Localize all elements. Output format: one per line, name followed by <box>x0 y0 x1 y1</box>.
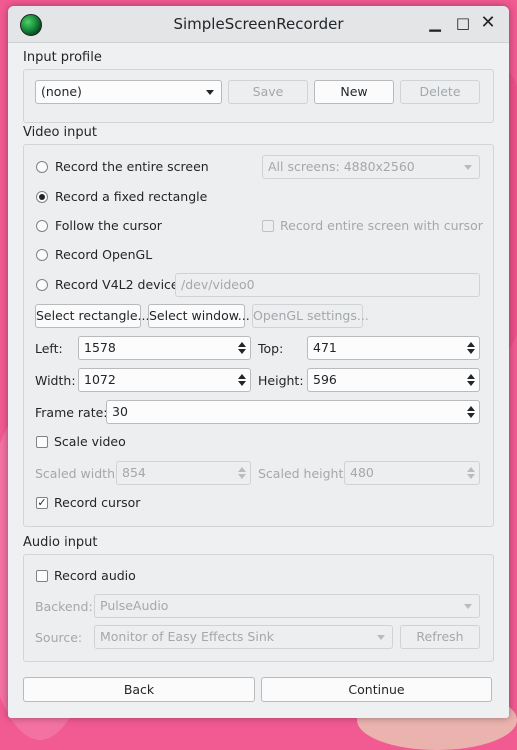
close-icon[interactable]: ✕ <box>479 14 497 32</box>
title-bar[interactable]: SimpleScreenRecorder ▁ □ ✕ <box>8 6 509 43</box>
top-spinbox[interactable]: 471 <box>307 336 480 360</box>
height-label: Height: <box>258 373 304 388</box>
radio-entire-screen[interactable] <box>36 161 48 173</box>
left-spinbox[interactable]: 1578 <box>78 336 251 360</box>
width-label: Width: <box>35 373 76 388</box>
record-cursor-label[interactable]: Record cursor <box>54 495 140 510</box>
spin-up-icon[interactable] <box>467 374 475 379</box>
video-input-heading: Video input <box>23 125 97 140</box>
chevron-down-icon <box>464 604 472 609</box>
chevron-down-icon <box>206 90 214 95</box>
left-value: 1578 <box>84 340 116 355</box>
chevron-down-icon <box>464 165 472 170</box>
delete-profile-button[interactable]: Delete <box>400 80 480 104</box>
screen-select-value: All screens: 4880x2560 <box>268 159 415 174</box>
width-spinbox[interactable]: 1072 <box>78 368 251 392</box>
radio-follow-cursor[interactable] <box>36 220 48 232</box>
continue-button[interactable]: Continue <box>261 677 492 702</box>
follow-cursor-label[interactable]: Follow the cursor <box>55 218 162 233</box>
record-cursor-checkbox[interactable]: ✓ <box>36 497 48 509</box>
minimize-icon[interactable]: ▁ <box>426 14 444 32</box>
backend-select-value: PulseAudio <box>100 598 169 613</box>
new-profile-button[interactable]: New <box>314 80 394 104</box>
top-label: Top: <box>258 341 284 356</box>
frame-rate-label: Frame rate: <box>35 405 108 420</box>
scaled-height-spinbox[interactable]: 480 <box>344 461 480 485</box>
spin-up-icon[interactable] <box>238 374 246 379</box>
spin-down-icon[interactable] <box>467 474 475 479</box>
left-label: Left: <box>35 341 63 356</box>
scaled-height-label: Scaled height: <box>258 466 348 481</box>
fixed-rectangle-label[interactable]: Record a fixed rectangle <box>55 189 207 204</box>
back-button[interactable]: Back <box>23 677 255 702</box>
backend-label: Backend: <box>35 599 93 614</box>
spin-up-icon[interactable] <box>467 342 475 347</box>
spin-down-icon[interactable] <box>238 349 246 354</box>
height-value: 596 <box>313 372 337 387</box>
frame-rate-spinbox[interactable]: 30 <box>106 400 480 424</box>
profile-select-value: (none) <box>41 84 82 99</box>
scaled-width-label: Scaled width: <box>35 466 120 481</box>
scale-video-label[interactable]: Scale video <box>54 434 126 449</box>
app-window: SimpleScreenRecorder ▁ □ ✕ Input profile… <box>8 6 509 718</box>
source-select-value: Monitor of Easy Effects Sink <box>100 629 274 644</box>
entire-screen-label[interactable]: Record the entire screen <box>55 159 209 174</box>
radio-opengl[interactable] <box>36 249 48 261</box>
v4l2-label[interactable]: Record V4L2 device <box>55 277 179 292</box>
frame-rate-value: 30 <box>112 404 128 419</box>
width-value: 1072 <box>84 372 116 387</box>
radio-v4l2[interactable] <box>36 279 48 291</box>
spin-down-icon[interactable] <box>238 381 246 386</box>
backend-select[interactable]: PulseAudio <box>94 594 480 618</box>
record-audio-label[interactable]: Record audio <box>54 568 136 583</box>
audio-input-heading: Audio input <box>23 535 98 550</box>
spin-up-icon[interactable] <box>467 467 475 472</box>
record-entire-screen-with-cursor-checkbox[interactable] <box>262 220 274 232</box>
scaled-width-value: 854 <box>122 465 146 480</box>
height-spinbox[interactable]: 596 <box>307 368 480 392</box>
record-entire-screen-with-cursor-label[interactable]: Record entire screen with cursor <box>280 218 483 233</box>
spin-down-icon[interactable] <box>467 413 475 418</box>
record-audio-checkbox[interactable] <box>36 570 48 582</box>
top-value: 471 <box>313 340 337 355</box>
source-label: Source: <box>35 630 83 645</box>
select-window-button[interactable]: Select window... <box>148 304 250 328</box>
spin-down-icon[interactable] <box>467 381 475 386</box>
scale-video-checkbox[interactable] <box>36 436 48 448</box>
scaled-height-value: 480 <box>350 465 374 480</box>
spin-down-icon[interactable] <box>238 474 246 479</box>
opengl-label[interactable]: Record OpenGL <box>55 247 152 262</box>
spin-up-icon[interactable] <box>238 342 246 347</box>
save-profile-button[interactable]: Save <box>228 80 308 104</box>
spin-up-icon[interactable] <box>467 406 475 411</box>
input-profile-heading: Input profile <box>23 50 102 65</box>
scaled-width-spinbox[interactable]: 854 <box>116 461 251 485</box>
profile-select[interactable]: (none) <box>35 80 222 104</box>
refresh-button[interactable]: Refresh <box>400 625 480 649</box>
spin-up-icon[interactable] <box>238 467 246 472</box>
source-select[interactable]: Monitor of Easy Effects Sink <box>94 625 393 649</box>
opengl-settings-button[interactable]: OpenGL settings... <box>252 304 369 328</box>
select-rectangle-button[interactable]: Select rectangle... <box>35 304 149 328</box>
maximize-icon[interactable]: □ <box>454 14 472 32</box>
chevron-down-icon <box>377 635 385 640</box>
radio-fixed-rectangle[interactable] <box>36 191 48 203</box>
spin-down-icon[interactable] <box>467 349 475 354</box>
screen-select[interactable]: All screens: 4880x2560 <box>262 155 480 179</box>
v4l2-device-input[interactable]: /dev/video0 <box>175 273 480 297</box>
